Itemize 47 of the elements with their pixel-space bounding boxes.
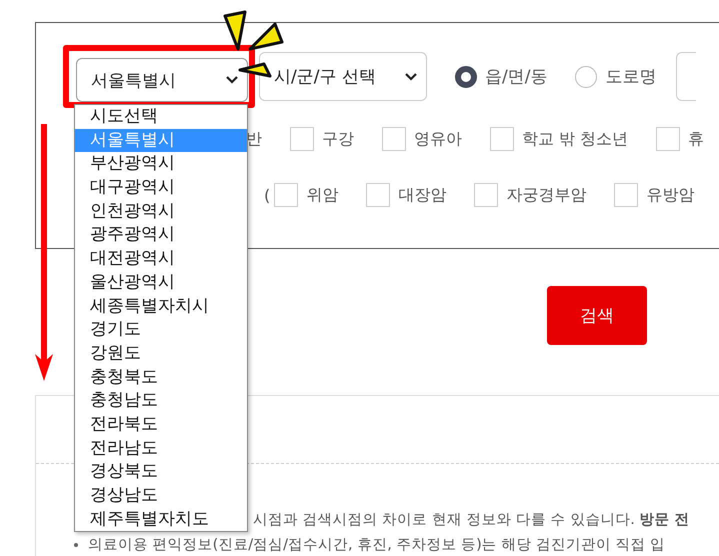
chevron-down-icon [404, 72, 418, 82]
dropdown-option[interactable]: 광주광역시 [75, 223, 247, 248]
checkbox[interactable] [274, 183, 298, 207]
dropdown-option[interactable]: 제주특별자치도 [75, 508, 247, 532]
dropdown-option[interactable]: 강원도 [75, 342, 247, 366]
notice-text: 의료이용 편익정보(진료/점심/접수시간, 휴진, 주차정보 등)는 해당 검진기관이 직접 입 [88, 536, 666, 554]
checkbox[interactable] [382, 127, 406, 151]
checkbox[interactable] [366, 183, 390, 207]
checkbox-label: 영유아 [414, 128, 462, 150]
dropdown-option[interactable]: 대전광역시 [75, 247, 247, 271]
radio-label: 도로명 [605, 66, 656, 88]
dropdown-option[interactable]: 경상남도 [75, 484, 247, 508]
checkbox-label: 학교 밖 청소년 [522, 128, 628, 150]
checkbox-label: 자궁경부암 [506, 184, 586, 206]
dropdown-option[interactable]: 충청남도 [75, 389, 247, 413]
checkbox-label: 대장암 [398, 184, 446, 206]
dropdown-option[interactable]: 전라남도 [75, 436, 247, 460]
bullet-icon [74, 542, 78, 546]
dropdown-option[interactable]: 인천광역시 [75, 200, 247, 224]
radio-button[interactable] [455, 66, 477, 88]
dropdown-option[interactable]: 대구광역시 [75, 176, 247, 200]
checkbox-label: 구강 [322, 128, 354, 150]
checkbox-label: 유방암 [646, 184, 694, 206]
dropdown-option[interactable]: 시도선택 [75, 105, 247, 129]
checkbox-label: 위암 [306, 184, 338, 206]
region-select[interactable]: 서울특별시 [76, 58, 248, 102]
input-field[interactable] [676, 52, 696, 101]
dropdown-option[interactable]: 경기도 [75, 318, 247, 342]
dropdown-option[interactable]: 전라북도 [75, 412, 247, 437]
checkbox[interactable] [290, 127, 314, 151]
district-select[interactable]: 시/군/구 선택 [259, 52, 427, 101]
checkbox[interactable] [656, 127, 680, 151]
dropdown-option[interactable]: 충청북도 [75, 366, 247, 390]
paren-text: ( [264, 186, 270, 204]
notice-text: 시점과 검색시점의 차이로 현재 정보와 다를 수 있습니다. 방문 전 [253, 511, 690, 529]
search-button[interactable]: 검색 [547, 286, 647, 345]
dropdown-option[interactable]: 부산광역시 [75, 152, 247, 176]
checkbox[interactable] [490, 127, 514, 151]
chevron-down-icon [225, 75, 239, 85]
checkbox-label: 휴 [688, 128, 704, 150]
dropdown-option[interactable]: 경상북도 [75, 460, 247, 484]
checkbox[interactable] [614, 183, 638, 207]
dropdown-option[interactable]: 울산광역시 [75, 270, 247, 294]
radio-label: 읍/면/동 [485, 66, 548, 88]
radio-button[interactable] [575, 66, 598, 88]
checkbox[interactable] [474, 183, 498, 207]
dropdown-option[interactable]: 세종특별자치시 [75, 294, 247, 318]
